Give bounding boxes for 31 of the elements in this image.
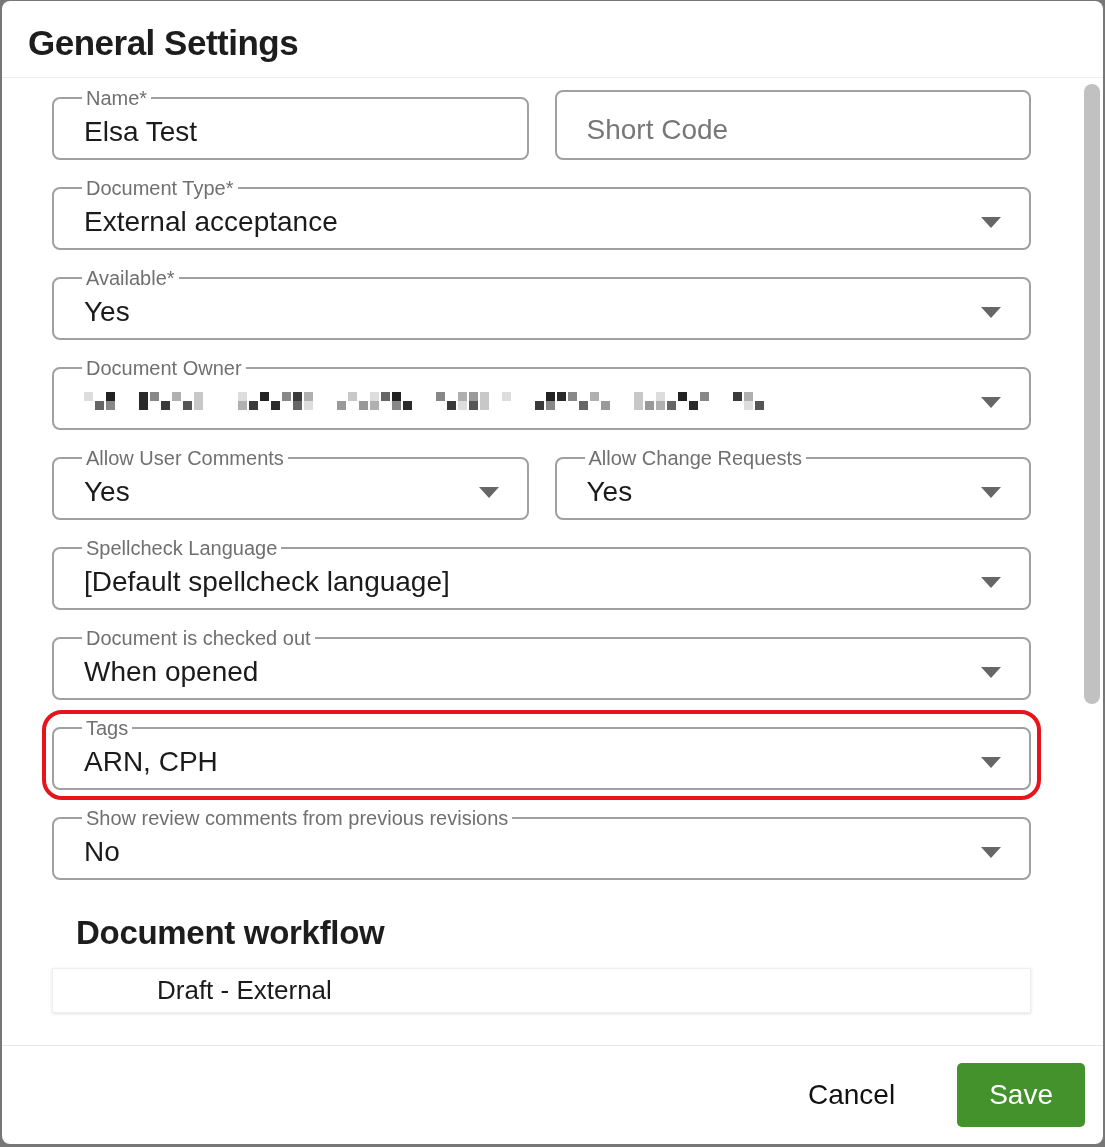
save-button[interactable]: Save [957,1063,1085,1127]
dropdown-field[interactable]: Show review comments from previous revisions No [52,810,1031,880]
dialog-title: General Settings [28,23,300,63]
dropdown-field[interactable]: Document Type* External acceptance [52,180,1031,250]
field-label: Allow User Comments [85,450,285,466]
section-heading: Document workflow [76,914,386,952]
dropdown-field[interactable]: Available* Yes [52,270,1031,340]
input-field[interactable]: Short Code [554,90,1031,160]
cancel-button[interactable]: Cancel [808,1063,896,1127]
field-label: Document is checked out [85,630,312,646]
caret-icon [981,306,1001,318]
field-label: Document Owner [85,360,243,376]
caret-icon [981,216,1001,228]
workflow-step: Draft - External [157,975,332,1005]
caret-icon [478,486,499,498]
scrollbar[interactable] [1084,84,1100,704]
input-field[interactable]: Name* Elsa Test [52,90,529,160]
dropdown-field[interactable]: Tags ARN, CPH [52,720,1031,790]
caret-icon [981,396,1001,408]
caret-icon [981,576,1001,588]
caret-icon [981,846,1001,858]
dropdown-field[interactable]: Spellcheck Language [Default spellcheck language] [52,540,1031,610]
caret-icon [981,486,1001,498]
field-label: Available* [85,270,176,286]
dropdown-field[interactable]: Document is checked out When opened [52,630,1031,700]
dropdown-field[interactable]: Document Owner [52,360,1031,430]
field-label: Name* [85,90,149,106]
caret-icon [981,756,1001,768]
caret-icon [981,666,1001,678]
dropdown-field[interactable]: Allow Change Requests Yes [554,450,1031,520]
dropdown-field[interactable]: Allow User Comments Yes [52,450,529,520]
